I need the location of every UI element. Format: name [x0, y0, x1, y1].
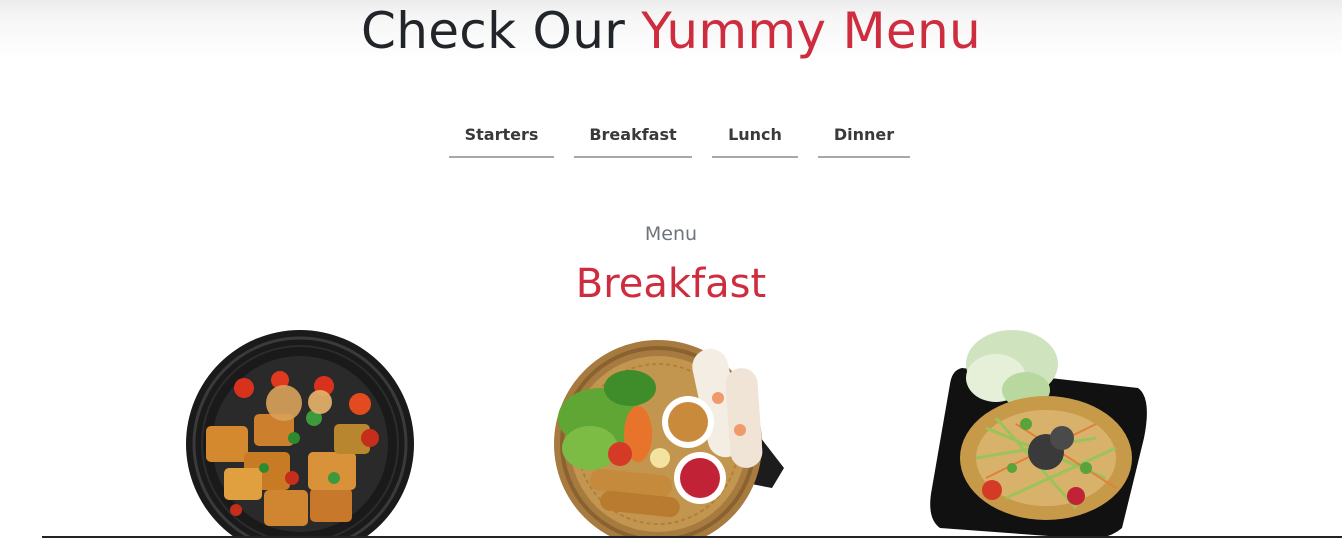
- title-accent: Yummy Menu: [641, 2, 981, 60]
- section-heading: Breakfast: [575, 261, 767, 307]
- spring-rolls-basket-image[interactable]: [550, 338, 786, 538]
- tab-breakfast[interactable]: Breakfast: [574, 116, 692, 158]
- papaya-salad-plate-image[interactable]: [926, 328, 1152, 538]
- tab-starters[interactable]: Starters: [449, 116, 554, 158]
- tab-dinner[interactable]: Dinner: [818, 116, 910, 158]
- page-title: Check Our Yummy Menu: [0, 3, 1342, 59]
- section-subtitle: Menu: [644, 223, 698, 245]
- stir-fried-tofu-bowl-image[interactable]: [184, 328, 416, 538]
- menu-page: Check Our Yummy Menu Starters Breakfast …: [0, 0, 1342, 538]
- tab-lunch[interactable]: Lunch: [712, 116, 798, 158]
- menu-tabs: Starters Breakfast Lunch Dinner: [0, 116, 1342, 158]
- title-main: Check Our: [361, 2, 626, 60]
